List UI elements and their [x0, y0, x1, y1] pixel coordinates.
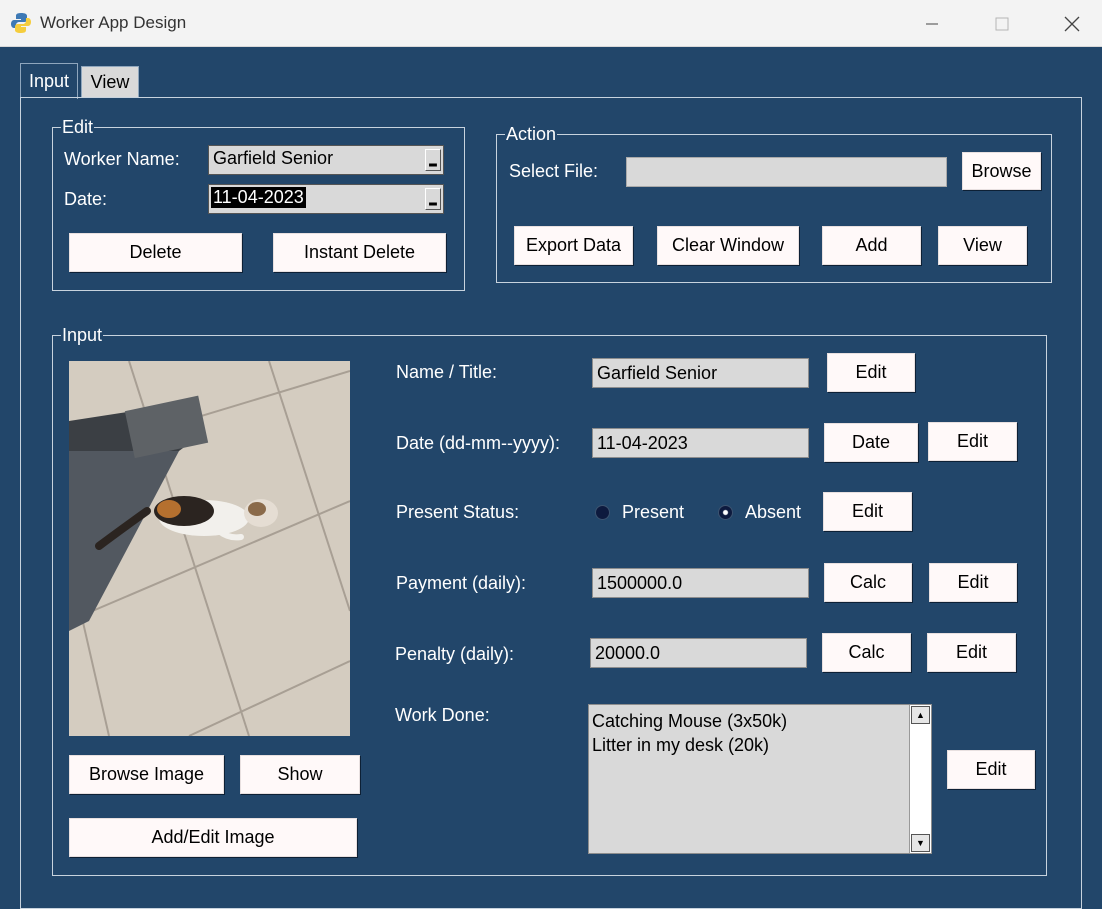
payment-field[interactable]: 1500000.0: [592, 568, 809, 598]
close-icon: [1064, 16, 1080, 31]
select-file-field[interactable]: [626, 157, 947, 187]
work-done-textarea[interactable]: Catching Mouse (3x50k) Litter in my desk…: [588, 704, 932, 854]
date-edit-button[interactable]: Edit: [928, 422, 1017, 461]
radio-checked-icon: [718, 505, 733, 520]
penalty-edit-button[interactable]: Edit: [927, 633, 1016, 672]
radio-absent-label: Absent: [745, 502, 802, 522]
edit-frame-legend: Edit: [62, 117, 94, 137]
work-done-scrollbar[interactable]: ▲ ▼: [909, 705, 931, 853]
name-title-field[interactable]: Garfield Senior: [592, 358, 809, 388]
worker-name-combobox[interactable]: Garfield Senior ▂: [208, 145, 444, 175]
browse-image-button[interactable]: Browse Image: [69, 755, 224, 794]
date-format-label: Date (dd-mm--yyyy):: [396, 433, 561, 453]
title-bar: Worker App Design: [0, 0, 1102, 47]
maximize-icon: [995, 17, 1009, 30]
date-combobox[interactable]: 11-04-2023 ▂: [208, 184, 444, 214]
worker-name-value: Garfield Senior: [213, 148, 334, 168]
work-done-label: Work Done:: [395, 705, 490, 725]
date-field[interactable]: 11-04-2023: [592, 428, 809, 458]
penalty-field[interactable]: 20000.0: [590, 638, 807, 668]
radio-present-label: Present: [622, 502, 685, 522]
present-status-label: Present Status:: [396, 502, 520, 522]
penalty-calc-button[interactable]: Calc: [822, 633, 911, 672]
status-edit-button[interactable]: Edit: [823, 492, 912, 531]
chevron-down-icon[interactable]: ▂: [425, 188, 441, 210]
add-edit-image-button[interactable]: Add/Edit Image: [69, 818, 357, 857]
chevron-down-icon[interactable]: ▂: [425, 149, 441, 171]
kitten-image: [69, 361, 350, 736]
browse-button[interactable]: Browse: [962, 152, 1041, 190]
export-data-button[interactable]: Export Data: [514, 226, 633, 265]
input-frame-legend: Input: [62, 325, 103, 345]
date-label: Date:: [64, 189, 108, 209]
worker-photo: [69, 361, 350, 736]
payment-calc-button[interactable]: Calc: [824, 563, 912, 602]
work-done-edit-button[interactable]: Edit: [947, 750, 1035, 789]
tab-input[interactable]: Input: [20, 63, 78, 99]
date-combobox-value: 11-04-2023: [211, 187, 306, 208]
close-button[interactable]: [1037, 0, 1102, 47]
view-button[interactable]: View: [938, 226, 1027, 265]
radio-absent[interactable]: Absent: [718, 502, 801, 523]
action-frame-legend: Action: [506, 124, 557, 144]
show-button[interactable]: Show: [240, 755, 360, 794]
payment-label: Payment (daily):: [396, 573, 527, 593]
delete-button[interactable]: Delete: [69, 233, 242, 272]
add-button[interactable]: Add: [822, 226, 921, 265]
radio-unchecked-icon: [595, 505, 610, 520]
work-done-line: Catching Mouse (3x50k): [592, 711, 788, 731]
python-app-icon: [11, 13, 31, 33]
name-title-label: Name / Title:: [396, 362, 498, 382]
tab-view[interactable]: View: [81, 66, 139, 98]
name-edit-button[interactable]: Edit: [827, 353, 915, 392]
minimize-button[interactable]: [897, 0, 967, 47]
worker-name-label: Worker Name:: [64, 149, 180, 169]
clear-window-button[interactable]: Clear Window: [657, 226, 799, 265]
select-file-label: Select File:: [509, 161, 599, 181]
radio-present[interactable]: Present: [595, 502, 684, 523]
penalty-label: Penalty (daily):: [395, 644, 515, 664]
work-done-line: Litter in my desk (20k): [592, 735, 770, 755]
payment-edit-button[interactable]: Edit: [929, 563, 1017, 602]
instant-delete-button[interactable]: Instant Delete: [273, 233, 446, 272]
maximize-button[interactable]: [967, 0, 1037, 47]
scroll-down-arrow-icon[interactable]: ▼: [911, 834, 930, 852]
scroll-up-arrow-icon[interactable]: ▲: [911, 706, 930, 724]
minimize-icon: [926, 23, 938, 24]
date-picker-button[interactable]: Date: [824, 423, 918, 462]
window-title: Worker App Design: [40, 13, 187, 32]
